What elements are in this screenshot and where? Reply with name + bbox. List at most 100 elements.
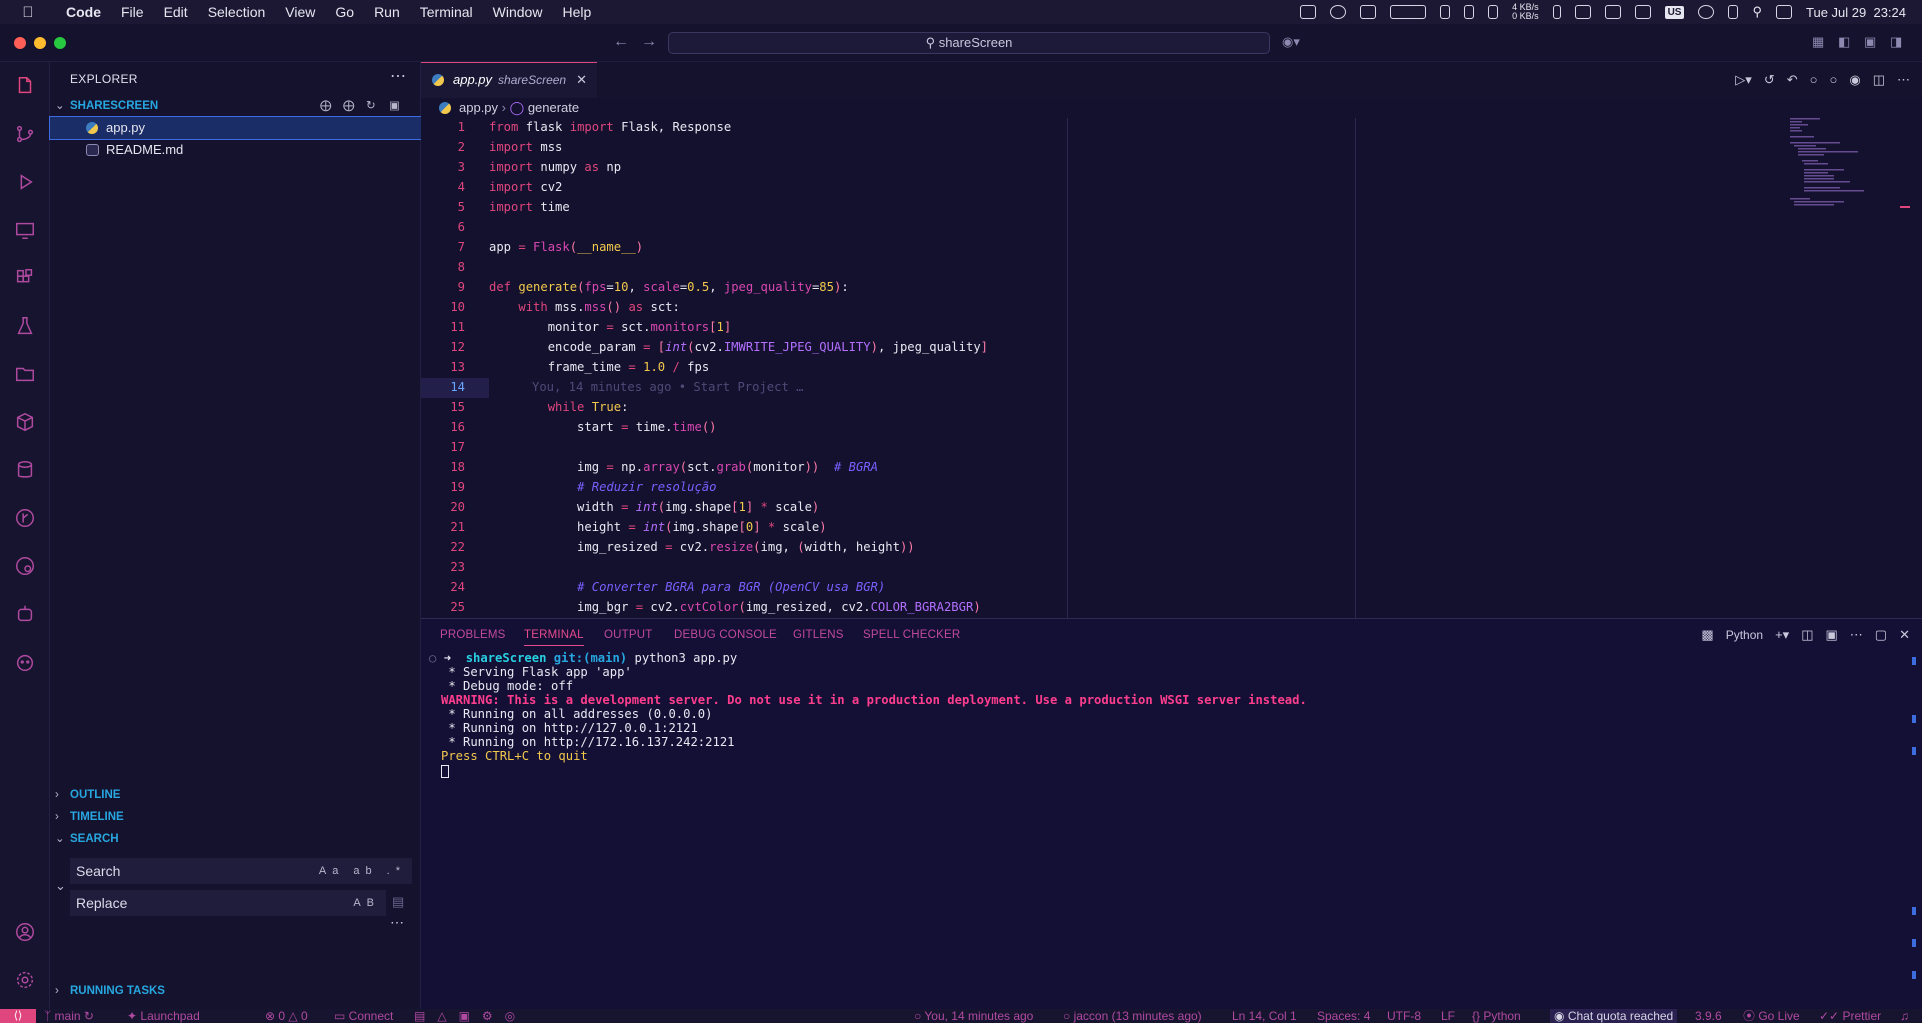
maximize-panel-icon[interactable]: ▢ bbox=[1875, 627, 1887, 643]
problems-indicator[interactable]: ⊗ 0 △ 0 bbox=[265, 1009, 308, 1023]
preserve-case-toggle[interactable]: AB bbox=[353, 890, 380, 916]
gpu-icon[interactable] bbox=[1488, 5, 1499, 19]
minimap[interactable] bbox=[1790, 118, 1910, 218]
cursor-position[interactable]: Ln 14, Col 1 bbox=[1232, 1009, 1297, 1023]
open-changes-icon[interactable]: ↶ bbox=[1787, 72, 1798, 88]
copilot-status[interactable]: ◉ Chat quota reached bbox=[1550, 1009, 1678, 1023]
package-icon[interactable] bbox=[13, 410, 37, 434]
new-folder-icon[interactable]: ⨁ bbox=[343, 95, 355, 117]
go-live-button[interactable]: ⦿ Go Live bbox=[1743, 1009, 1800, 1023]
database-icon[interactable] bbox=[13, 458, 37, 482]
network-speed[interactable]: 4 KB/s 0 KB/s bbox=[1512, 3, 1539, 21]
folder-icon[interactable] bbox=[13, 362, 37, 386]
disk-graph-icon[interactable] bbox=[1464, 5, 1475, 19]
input-source-badge[interactable]: US bbox=[1664, 5, 1685, 19]
terminal-shell-name[interactable]: Python bbox=[1726, 628, 1763, 642]
menu-run[interactable]: Run bbox=[364, 4, 410, 20]
timeline-history-icon[interactable]: ↺ bbox=[1764, 72, 1775, 88]
explorer-icon[interactable] bbox=[13, 74, 37, 98]
tab-app-py[interactable]: app.py shareScreen ✕ bbox=[421, 62, 597, 98]
sensor-icon[interactable] bbox=[1552, 5, 1561, 19]
battery-monitor-icon[interactable] bbox=[1360, 5, 1377, 19]
replace-all-icon[interactable]: ▤ bbox=[392, 894, 404, 910]
layout-customize-icon[interactable]: ▦ bbox=[1812, 34, 1824, 50]
more-actions-icon[interactable]: ⋯ bbox=[390, 66, 406, 86]
split-terminal-icon[interactable]: ◫ bbox=[1801, 627, 1813, 643]
menu-app-name[interactable]: Code bbox=[56, 4, 111, 20]
close-tab-icon[interactable]: ✕ bbox=[576, 63, 587, 97]
pet-icon[interactable] bbox=[13, 650, 37, 674]
search-options[interactable]: Aa ab .* bbox=[319, 858, 406, 884]
contacts-icon[interactable] bbox=[1634, 5, 1651, 19]
previous-change-icon[interactable]: ○ bbox=[1810, 72, 1818, 88]
menu-view[interactable]: View bbox=[275, 4, 325, 20]
editor-more-icon[interactable]: ⋯ bbox=[1897, 72, 1910, 88]
close-window-button[interactable] bbox=[14, 37, 26, 49]
git-graph-icon[interactable] bbox=[13, 554, 37, 578]
maximize-window-button[interactable] bbox=[54, 37, 66, 49]
tab-spell-checker[interactable]: SPELL CHECKER bbox=[863, 629, 960, 641]
tab-gitlens[interactable]: GITLENS bbox=[793, 629, 844, 641]
tab-output[interactable]: OUTPUT bbox=[604, 629, 652, 641]
tab-terminal[interactable]: TERMINAL bbox=[524, 629, 584, 646]
search-section-header[interactable]: ⌄ SEARCH bbox=[50, 828, 421, 850]
copilot-chat-icon[interactable] bbox=[13, 602, 37, 626]
glasses-icon[interactable] bbox=[1574, 5, 1591, 19]
remote-explorer-icon[interactable] bbox=[13, 218, 37, 242]
menu-selection[interactable]: Selection bbox=[198, 4, 276, 20]
end-of-line[interactable]: LF bbox=[1441, 1009, 1455, 1023]
running-tasks-header[interactable]: › RUNNING TASKS bbox=[50, 980, 421, 1002]
bluetooth-icon[interactable] bbox=[1728, 5, 1739, 19]
breadcrumb-symbol[interactable]: generate bbox=[528, 100, 579, 115]
kill-terminal-icon[interactable]: ▣ bbox=[1826, 627, 1838, 643]
cpu-graph-icon[interactable] bbox=[1390, 5, 1427, 19]
encoding[interactable]: UTF-8 bbox=[1387, 1009, 1421, 1023]
split-editor-icon[interactable]: ◫ bbox=[1873, 72, 1885, 88]
panel-more-icon[interactable]: ⋯ bbox=[1850, 627, 1863, 643]
breadcrumb-file[interactable]: app.py bbox=[459, 100, 498, 115]
notifications-bell-icon[interactable]: ♫ bbox=[1900, 1009, 1909, 1023]
search-input[interactable]: Search Aa ab .* bbox=[70, 858, 412, 884]
notion-icon[interactable] bbox=[1604, 5, 1621, 19]
run-file-icon[interactable]: ▷▾ bbox=[1735, 72, 1752, 88]
project-folder-header[interactable]: ⌄ SHARESCREEN ⨁ ⨁ ↻ ▣ bbox=[50, 95, 421, 117]
code-editor[interactable]: 1 2 3 4 5 6 7 8 9 10 11 12 13 14 15 16 17 18 19 20 21 22 23 24 2… bbox=[421, 118, 1922, 618]
menu-terminal[interactable]: Terminal bbox=[410, 4, 483, 20]
toggle-secondary-sidebar-icon[interactable]: ◨ bbox=[1890, 34, 1902, 50]
menu-file[interactable]: File bbox=[111, 4, 154, 20]
new-terminal-icon[interactable]: +▾ bbox=[1775, 627, 1789, 643]
language-mode[interactable]: {} Python bbox=[1472, 1009, 1521, 1023]
toggle-replace-chevron-icon[interactable]: ⌄ bbox=[55, 878, 66, 894]
apple-icon[interactable]:  bbox=[0, 4, 56, 21]
line-blame[interactable]: ○ You, 14 minutes ago bbox=[914, 1009, 1033, 1023]
command-center-search[interactable]: ⚲ shareScreen bbox=[668, 32, 1270, 54]
prettier-status[interactable]: ✓✓ Prettier bbox=[1819, 1009, 1881, 1023]
search-more-icon[interactable]: ⋯ bbox=[390, 914, 404, 931]
back-arrow-icon[interactable]: ← bbox=[613, 33, 629, 51]
spotlight-search-icon[interactable]: ⚲ bbox=[1752, 4, 1762, 20]
author-indicator[interactable]: ○ jaccon (13 minutes ago) bbox=[1063, 1009, 1202, 1023]
replace-input[interactable]: Replace AB bbox=[70, 890, 386, 916]
testing-icon[interactable] bbox=[13, 314, 37, 338]
memory-graph-icon[interactable] bbox=[1440, 5, 1451, 19]
collapse-all-icon[interactable]: ▣ bbox=[389, 95, 400, 117]
source-control-icon[interactable] bbox=[13, 122, 37, 146]
menu-window[interactable]: Window bbox=[483, 4, 553, 20]
tab-debug-console[interactable]: DEBUG CONSOLE bbox=[674, 629, 777, 641]
account-icon[interactable] bbox=[13, 920, 37, 944]
file-app-py[interactable]: app.py bbox=[49, 116, 422, 140]
forward-arrow-icon[interactable]: → bbox=[641, 33, 657, 51]
file-readme-md[interactable]: README.md bbox=[50, 139, 421, 161]
refresh-icon[interactable]: ↻ bbox=[366, 95, 376, 117]
python-version[interactable]: 3.9.6 bbox=[1695, 1009, 1722, 1023]
gitlens-launchpad[interactable]: ✦ Launchpad bbox=[127, 1009, 200, 1023]
docker-icon[interactable] bbox=[1300, 5, 1317, 19]
play-icon[interactable] bbox=[1698, 5, 1715, 19]
connect-button[interactable]: ▭ Connect bbox=[334, 1009, 393, 1023]
remote-indicator-icon[interactable]: ⟨⟩ bbox=[0, 1009, 36, 1023]
next-change-icon[interactable]: ○ bbox=[1830, 72, 1838, 88]
menu-edit[interactable]: Edit bbox=[154, 4, 198, 20]
branch-indicator[interactable]: ᛉ main ↻ bbox=[44, 1009, 94, 1023]
tab-problems[interactable]: PROBLEMS bbox=[440, 629, 506, 641]
gitlens-inspect-icon[interactable]: ◉ bbox=[1849, 72, 1860, 88]
